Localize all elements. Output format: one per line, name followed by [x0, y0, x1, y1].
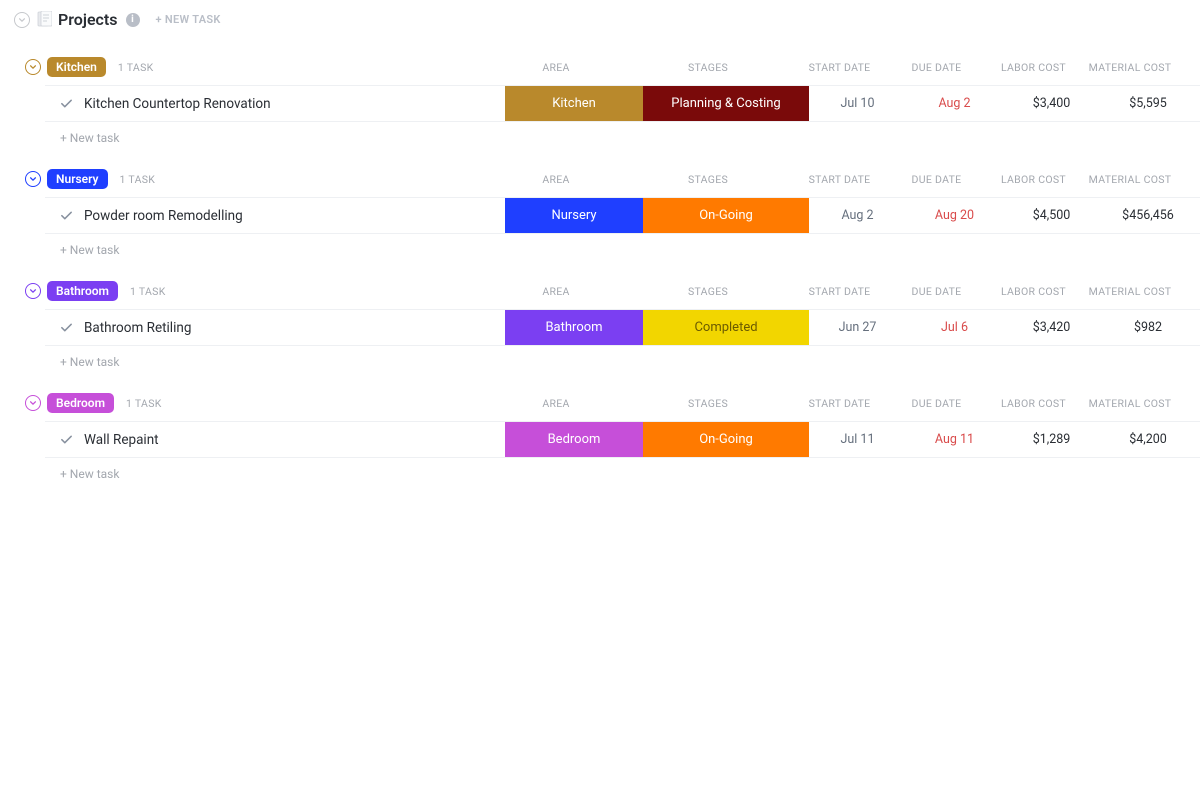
- column-due-date[interactable]: DUE DATE: [888, 61, 985, 74]
- column-labor-cost[interactable]: LABOR COST: [985, 285, 1082, 298]
- start-date[interactable]: Jul 11: [809, 422, 906, 457]
- material-cost[interactable]: $456,456: [1100, 198, 1200, 233]
- column-stages[interactable]: STAGES: [625, 397, 791, 410]
- group-label[interactable]: Bedroom: [47, 393, 114, 413]
- area-tag[interactable]: Bathroom: [505, 310, 643, 345]
- column-material-cost[interactable]: MATERIAL COST: [1082, 173, 1182, 186]
- start-date[interactable]: Jun 27: [809, 310, 906, 345]
- column-start-date[interactable]: START DATE: [791, 173, 888, 186]
- new-task-button[interactable]: + New task: [0, 346, 1200, 369]
- stage-tag[interactable]: Planning & Costing: [643, 86, 809, 121]
- material-cost[interactable]: $4,200: [1100, 422, 1200, 457]
- task-count: 1 TASK: [130, 285, 166, 298]
- column-headers: AREASTAGESSTART DATEDUE DATELABOR COSTMA…: [487, 285, 1182, 298]
- group-label[interactable]: Bathroom: [47, 281, 118, 301]
- task-row[interactable]: Wall RepaintBedroomOn-GoingJul 11Aug 11$…: [45, 421, 1200, 458]
- column-material-cost[interactable]: MATERIAL COST: [1082, 397, 1182, 410]
- chevron-down-icon[interactable]: [25, 171, 41, 187]
- group-label[interactable]: Nursery: [47, 169, 108, 189]
- area-tag[interactable]: Kitchen: [505, 86, 643, 121]
- column-area[interactable]: AREA: [487, 285, 625, 298]
- group-label[interactable]: Kitchen: [47, 57, 106, 77]
- column-start-date[interactable]: START DATE: [791, 61, 888, 74]
- column-headers: AREASTAGESSTART DATEDUE DATELABOR COSTMA…: [487, 173, 1182, 186]
- document-icon: [36, 11, 52, 29]
- task-left: Kitchen Countertop Renovation: [45, 86, 505, 121]
- task-row[interactable]: Bathroom Retiling BathroomCompletedJun 27…: [45, 309, 1200, 346]
- area-tag[interactable]: Nursery: [505, 198, 643, 233]
- stage-tag[interactable]: On-Going: [643, 198, 809, 233]
- due-date[interactable]: Jul 6: [906, 310, 1003, 345]
- group-header: Nursery 1 TASK AREASTAGESSTART DATEDUE DAT…: [0, 169, 1200, 197]
- group: Bathroom 1 TASK AREASTAGESSTART DATEDUE DA…: [0, 281, 1200, 369]
- group: Bedroom 1 TASK AREASTAGESSTART DATEDUE DAT…: [0, 393, 1200, 481]
- column-start-date[interactable]: START DATE: [791, 397, 888, 410]
- group-header: Bedroom 1 TASK AREASTAGESSTART DATEDUE DAT…: [0, 393, 1200, 421]
- labor-cost[interactable]: $1,289: [1003, 422, 1100, 457]
- task-left: Wall Repaint: [45, 422, 505, 457]
- column-labor-cost[interactable]: LABOR COST: [985, 61, 1082, 74]
- chevron-down-icon[interactable]: [25, 283, 41, 299]
- column-start-date[interactable]: START DATE: [791, 285, 888, 298]
- column-material-cost[interactable]: MATERIAL COST: [1082, 285, 1182, 298]
- group: Nursery 1 TASK AREASTAGESSTART DATEDUE DAT…: [0, 169, 1200, 257]
- due-date[interactable]: Aug 11: [906, 422, 1003, 457]
- task-left: Bathroom Retiling: [45, 310, 505, 345]
- column-stages[interactable]: STAGES: [625, 61, 791, 74]
- groups-container: Kitchen1 TASKAREASTAGESSTART DATEDUE DAT…: [0, 57, 1200, 501]
- column-due-date[interactable]: DUE DATE: [888, 397, 985, 410]
- labor-cost[interactable]: $4,500: [1003, 198, 1100, 233]
- task-name[interactable]: Bathroom Retiling: [84, 320, 191, 336]
- check-icon[interactable]: [59, 432, 74, 447]
- new-task-button[interactable]: + New task: [0, 234, 1200, 257]
- check-icon[interactable]: [59, 208, 74, 223]
- due-date[interactable]: Aug 2: [906, 86, 1003, 121]
- due-date[interactable]: Aug 20: [906, 198, 1003, 233]
- task-name[interactable]: Powder room Remodelling: [84, 208, 243, 224]
- group-header: Kitchen 1 TASK AREASTAGESSTART DATEDUE DAT…: [0, 57, 1200, 85]
- task-name[interactable]: Kitchen Countertop Renovation: [84, 96, 271, 112]
- stage-tag[interactable]: Completed: [643, 310, 809, 345]
- column-area[interactable]: AREA: [487, 173, 625, 186]
- column-due-date[interactable]: DUE DATE: [888, 173, 985, 186]
- column-area[interactable]: AREA: [487, 61, 625, 74]
- new-task-button[interactable]: + New task: [0, 458, 1200, 481]
- column-stages[interactable]: STAGES: [625, 285, 791, 298]
- stage-tag[interactable]: On-Going: [643, 422, 809, 457]
- column-labor-cost[interactable]: LABOR COST: [985, 397, 1082, 410]
- task-row[interactable]: Kitchen Countertop Renovation KitchenPlan…: [45, 85, 1200, 122]
- material-cost[interactable]: $982: [1100, 310, 1200, 345]
- task-left: Powder room Remodelling: [45, 198, 505, 233]
- task-count: 1 TASK: [120, 173, 156, 186]
- area-tag[interactable]: Bedroom: [505, 422, 643, 457]
- new-task-button[interactable]: + New task: [0, 122, 1200, 145]
- check-icon[interactable]: [59, 96, 74, 111]
- start-date[interactable]: Aug 2: [809, 198, 906, 233]
- labor-cost[interactable]: $3,420: [1003, 310, 1100, 345]
- column-stages[interactable]: STAGES: [625, 173, 791, 186]
- column-labor-cost[interactable]: LABOR COST: [985, 173, 1082, 186]
- column-due-date[interactable]: DUE DATE: [888, 285, 985, 298]
- check-icon[interactable]: [59, 320, 74, 335]
- page-header: Projects i + NEW TASK: [0, 0, 1200, 39]
- header-new-task-button[interactable]: + NEW TASK: [156, 13, 221, 26]
- start-date[interactable]: Jul 10: [809, 86, 906, 121]
- chevron-down-icon[interactable]: [25, 59, 41, 75]
- column-area[interactable]: AREA: [487, 397, 625, 410]
- group: Kitchen 1 TASK AREASTAGESSTART DATEDUE DAT…: [0, 57, 1200, 145]
- info-icon[interactable]: i: [126, 13, 140, 27]
- collapse-all-icon[interactable]: [14, 12, 30, 28]
- task-name[interactable]: Wall Repaint: [84, 432, 159, 448]
- labor-cost[interactable]: $3,400: [1003, 86, 1100, 121]
- task-count: 1 TASK: [118, 61, 154, 74]
- column-headers: AREASTAGESSTART DATEDUE DATELABOR COSTMA…: [487, 61, 1182, 74]
- chevron-down-icon[interactable]: [25, 395, 41, 411]
- material-cost[interactable]: $5,595: [1100, 86, 1200, 121]
- column-headers: AREASTAGESSTART DATEDUE DATELABOR COSTMA…: [487, 397, 1182, 410]
- task-count: 1 TASK: [126, 397, 162, 410]
- page-title: Projects: [58, 10, 118, 29]
- column-material-cost[interactable]: MATERIAL COST: [1082, 61, 1182, 74]
- group-header: Bathroom 1 TASK AREASTAGESSTART DATEDUE DA…: [0, 281, 1200, 309]
- task-row[interactable]: Powder room RemodellingNurseryOn-GoingAu…: [45, 197, 1200, 234]
